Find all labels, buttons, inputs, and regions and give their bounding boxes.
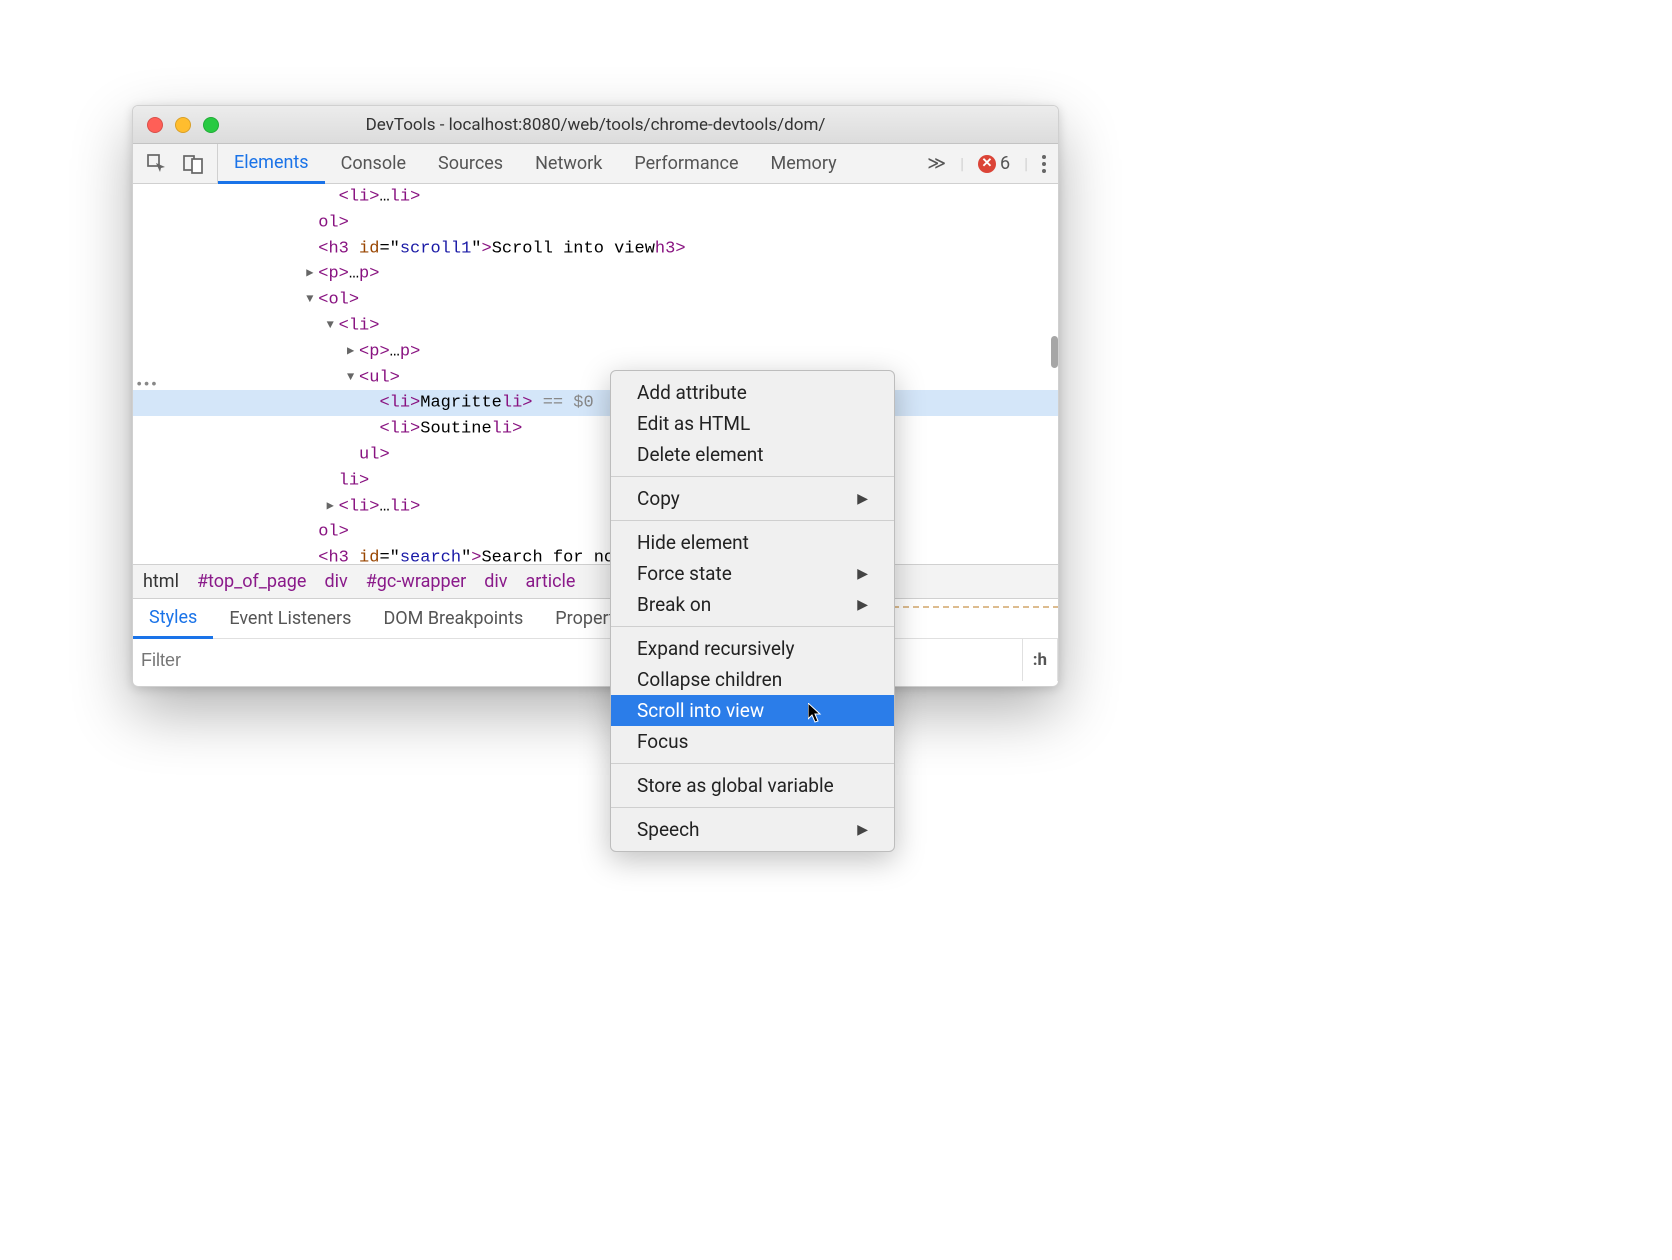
panel-tab-sources[interactable]: Sources xyxy=(422,144,519,183)
breadcrumb-item[interactable]: #top_of_page xyxy=(197,571,307,592)
menu-item-label: Break on xyxy=(637,593,711,616)
menu-item-label: Edit as HTML xyxy=(637,412,750,435)
dom-tree-line[interactable]: li> xyxy=(133,468,1058,494)
context-menu-item-focus[interactable]: Focus xyxy=(611,726,894,757)
dom-tree-line[interactable]: <li>Magritteli> == $0 xyxy=(133,390,1058,416)
menu-item-label: Copy xyxy=(637,487,680,510)
breadcrumb-item[interactable]: div xyxy=(484,571,507,592)
dom-tree-line[interactable]: ol> xyxy=(133,519,1058,545)
main-toolbar: ElementsConsoleSourcesNetworkPerformance… xyxy=(133,144,1058,184)
menu-item-label: Speech xyxy=(637,818,700,841)
error-icon: ✕ xyxy=(978,155,996,173)
minimize-icon[interactable] xyxy=(175,117,191,133)
context-menu-item-hide-element[interactable]: Hide element xyxy=(611,527,894,558)
dom-tree-line[interactable]: ▼<ul> xyxy=(133,365,1058,391)
menu-item-label: Expand recursively xyxy=(637,637,795,660)
dom-tree-content: <li>…li> ol> <h3 id="scroll1">Scroll int… xyxy=(133,184,1058,564)
dom-tree-line[interactable]: <h3 id="scroll1">Scroll into viewh3> xyxy=(133,236,1058,262)
context-menu-item-collapse-children[interactable]: Collapse children xyxy=(611,664,894,695)
breadcrumb-item[interactable]: #gc-wrapper xyxy=(366,571,467,592)
error-count: 6 xyxy=(1000,153,1010,174)
styles-tab-dom-breakpoints[interactable]: DOM Breakpoints xyxy=(367,599,539,638)
dom-tree-line[interactable]: ▶<p>…p> xyxy=(133,339,1058,365)
toolbar-right-group: ≫ | ✕ 6 | xyxy=(927,153,1058,174)
context-menu-item-edit-as-html[interactable]: Edit as HTML xyxy=(611,408,894,439)
menu-item-label: Delete element xyxy=(637,443,763,466)
devtools-window: DevTools - localhost:8080/web/tools/chro… xyxy=(132,105,1059,687)
dom-tree-line[interactable]: ▼<ol> xyxy=(133,287,1058,313)
close-icon[interactable] xyxy=(147,117,163,133)
context-menu-item-speech[interactable]: Speech ▶ xyxy=(611,814,894,845)
dom-tree-line[interactable]: <li>Soutineli> xyxy=(133,416,1058,442)
tabs-overflow-icon[interactable]: ≫ xyxy=(927,153,946,174)
chevron-right-icon: ▶ xyxy=(857,597,868,613)
menu-separator xyxy=(611,807,894,808)
context-menu-item-add-attribute[interactable]: Add attribute xyxy=(611,377,894,408)
dom-tree-line[interactable]: <h3 id="search">Search for nodesh3> xyxy=(133,545,1058,564)
dom-tree-line[interactable]: ul> xyxy=(133,442,1058,468)
menu-item-label: Add attribute xyxy=(637,381,747,404)
panel-tab-performance[interactable]: Performance xyxy=(618,144,754,183)
toolbar-icon-group xyxy=(133,144,218,183)
maximize-icon[interactable] xyxy=(203,117,219,133)
inspect-icon[interactable] xyxy=(145,152,169,176)
context-menu-item-copy[interactable]: Copy ▶ xyxy=(611,483,894,514)
styles-tab-styles[interactable]: Styles xyxy=(133,600,213,639)
dom-tree-line[interactable]: ▶<li>…li> xyxy=(133,494,1058,520)
panel-tab-network[interactable]: Network xyxy=(519,144,618,183)
breadcrumb-item[interactable]: article xyxy=(525,571,575,592)
hov-toggle[interactable]: :h xyxy=(1023,639,1058,681)
panel-tab-elements[interactable]: Elements xyxy=(218,145,325,184)
window-titlebar: DevTools - localhost:8080/web/tools/chro… xyxy=(133,106,1058,144)
breadcrumb-item[interactable]: html xyxy=(143,571,179,592)
device-toggle-icon[interactable] xyxy=(181,152,205,176)
dom-breadcrumbs: html #top_of_page div #gc-wrapper div article xyxy=(133,564,1058,598)
menu-item-label: Focus xyxy=(637,730,688,753)
context-menu-item-scroll-into-view[interactable]: Scroll into view xyxy=(611,695,894,726)
context-menu-item-break-on[interactable]: Break on ▶ xyxy=(611,589,894,620)
styles-tab-event-listeners[interactable]: Event Listeners xyxy=(213,599,367,638)
context-menu-item-expand-recursively[interactable]: Expand recursively xyxy=(611,633,894,664)
styles-panel-tabs: StylesEvent ListenersDOM BreakpointsProp… xyxy=(133,598,1058,638)
context-menu-item-store-as-global-variable[interactable]: Store as global variable xyxy=(611,770,894,801)
traffic-lights xyxy=(133,117,219,133)
gutter-ellipsis: ••• xyxy=(135,373,153,397)
menu-separator xyxy=(611,520,894,521)
dom-tree-line[interactable]: ▶<p>…p> xyxy=(133,261,1058,287)
menu-item-label: Force state xyxy=(637,562,732,585)
breadcrumb-item[interactable]: div xyxy=(324,571,347,592)
panel-tab-console[interactable]: Console xyxy=(325,144,422,183)
chevron-right-icon: ▶ xyxy=(857,491,868,507)
window-title: DevTools - localhost:8080/web/tools/chro… xyxy=(133,115,1058,135)
error-badge[interactable]: ✕ 6 xyxy=(978,153,1010,174)
styles-filter-row: :h xyxy=(133,638,1058,681)
dom-tree-line[interactable]: ▼<li> xyxy=(133,313,1058,339)
chevron-right-icon: ▶ xyxy=(857,822,868,838)
settings-menu-icon[interactable] xyxy=(1042,155,1046,173)
menu-item-label: Collapse children xyxy=(637,668,782,691)
dom-tree-line[interactable]: ol> xyxy=(133,210,1058,236)
vertical-scrollbar[interactable] xyxy=(1051,336,1058,368)
menu-item-label: Hide element xyxy=(637,531,749,554)
menu-item-label: Scroll into view xyxy=(637,699,764,722)
context-menu-item-delete-element[interactable]: Delete element xyxy=(611,439,894,470)
menu-separator xyxy=(611,476,894,477)
panel-tabs: ElementsConsoleSourcesNetworkPerformance… xyxy=(218,144,853,183)
dom-tree-line[interactable]: <li>…li> xyxy=(133,184,1058,210)
panel-tab-memory[interactable]: Memory xyxy=(755,144,853,183)
menu-separator xyxy=(611,763,894,764)
context-menu-item-force-state[interactable]: Force state ▶ xyxy=(611,558,894,589)
chevron-right-icon: ▶ xyxy=(857,566,868,582)
menu-item-label: Store as global variable xyxy=(637,774,834,797)
menu-separator xyxy=(611,626,894,627)
element-context-menu: Add attribute Edit as HTML Delete element C… xyxy=(610,370,895,852)
elements-dom-tree[interactable]: <li>…li> ol> <h3 id="scroll1">Scroll int… xyxy=(133,184,1058,564)
